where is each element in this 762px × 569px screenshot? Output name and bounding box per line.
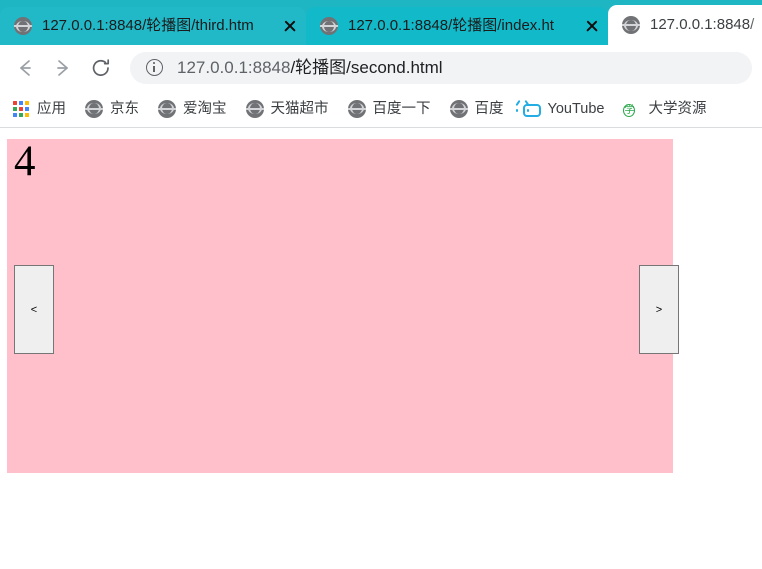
browser-toolbar: 127.0.0.1:8848/轮播图/second.html: [0, 45, 762, 90]
address-bar-url: 127.0.0.1:8848/轮播图/second.html: [177, 57, 443, 79]
address-bar[interactable]: 127.0.0.1:8848/轮播图/second.html: [130, 51, 752, 84]
forward-button[interactable]: [48, 53, 78, 83]
bookmark-jd[interactable]: 京东: [85, 99, 139, 118]
glyph-icon-text: 学: [623, 103, 636, 117]
tab-title: 127.0.0.1:8848/轮播图/third.htm: [42, 17, 254, 34]
globe-icon: [85, 99, 103, 118]
bookmark-label: 百度一下: [372, 100, 431, 117]
tv-icon: [515, 99, 541, 118]
tab-title: 127.0.0.1:8848/轮播图/index.ht: [348, 17, 554, 34]
browser-tab-1[interactable]: 127.0.0.1:8848/轮播图/third.htm: [0, 7, 306, 45]
info-circle-icon[interactable]: [146, 59, 163, 76]
tab-strip: 127.0.0.1:8848/轮播图/third.htm 127.0.0.1:8…: [0, 0, 762, 45]
bookmark-label: YouTube: [547, 100, 605, 117]
bookmark-apps[interactable]: 应用: [12, 100, 66, 118]
page-viewport: 4 < >: [0, 128, 762, 569]
bookmark-label: 爱淘宝: [183, 100, 227, 117]
reload-button[interactable]: [86, 53, 116, 83]
bookmark-label: 百度: [474, 100, 504, 117]
bookmark-tmall[interactable]: 天猫超市: [245, 99, 329, 118]
bookmark-label: 京东: [110, 100, 139, 117]
tab-title: 127.0.0.1:8848/: [650, 16, 755, 33]
glyph-circle-icon: 学: [623, 100, 641, 118]
url-path: /轮播图/second.html: [290, 57, 443, 77]
bookmarks-bar: 应用 京东 爱淘宝 天猫超市 百度一下 百度 YouTube 学 大学资源: [0, 90, 762, 128]
browser-tab-2[interactable]: 127.0.0.1:8848/轮播图/index.ht: [306, 7, 608, 45]
bookmark-label: 天猫超市: [270, 100, 329, 117]
bookmark-label: 大学资源: [648, 100, 707, 117]
globe-icon: [320, 17, 338, 35]
bookmark-daxue-ziyuan[interactable]: 学 大学资源: [623, 100, 706, 118]
slide-number: 4: [14, 138, 36, 185]
carousel-container: 4 < >: [7, 138, 679, 473]
carousel-next-button[interactable]: >: [639, 265, 679, 354]
globe-icon: [449, 99, 468, 118]
globe-icon: [347, 99, 366, 118]
back-button[interactable]: [10, 53, 40, 83]
bookmark-youtube[interactable]: YouTube: [515, 99, 605, 118]
browser-window: 127.0.0.1:8848/轮播图/third.htm 127.0.0.1:8…: [0, 0, 762, 569]
bookmark-baidu-yixia[interactable]: 百度一下: [347, 99, 431, 118]
bookmark-aitaobao[interactable]: 爱淘宝: [158, 99, 227, 118]
bookmark-label: 应用: [37, 100, 66, 117]
globe-icon: [158, 99, 176, 118]
globe-icon: [622, 16, 640, 34]
browser-tab-3-active[interactable]: 127.0.0.1:8848/: [608, 5, 762, 45]
globe-icon: [14, 17, 32, 35]
close-icon[interactable]: [584, 18, 600, 34]
globe-icon: [245, 99, 264, 118]
bookmark-baidu[interactable]: 百度: [449, 99, 504, 118]
close-icon[interactable]: [282, 18, 298, 34]
url-host: 127.0.0.1:8848: [177, 57, 291, 77]
carousel-prev-button[interactable]: <: [14, 265, 54, 354]
apps-grid-icon: [12, 100, 30, 118]
